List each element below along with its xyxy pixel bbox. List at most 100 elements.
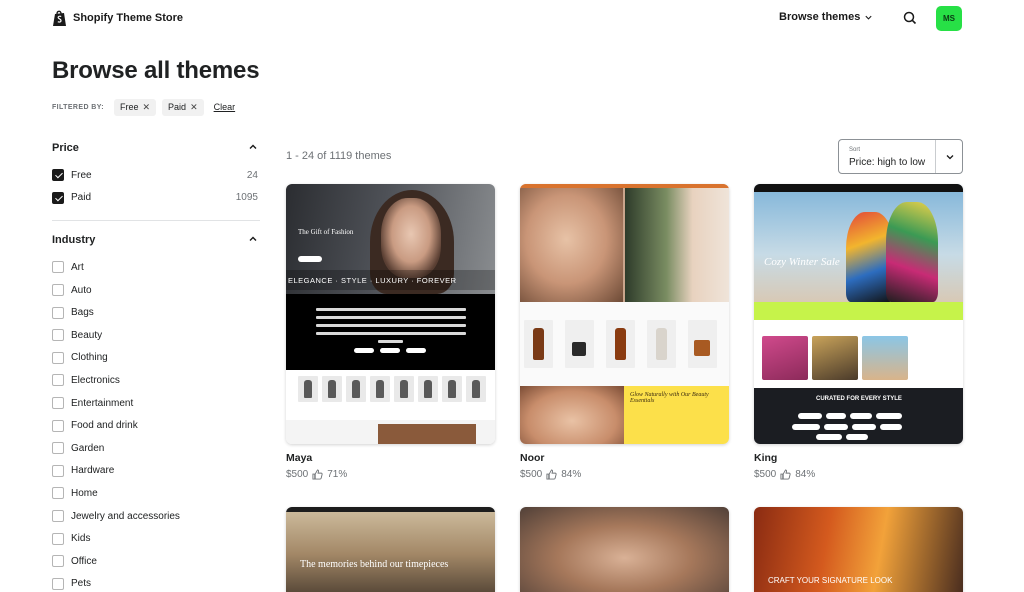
thumb-product-image [862, 336, 908, 380]
theme-card: The memories behind our timepieces [286, 507, 495, 592]
industry-options: Art Auto Bags Beauty Clothing Electronic… [52, 256, 260, 592]
store-logo[interactable]: Shopify Theme Store [52, 9, 183, 27]
price-option-free[interactable]: Free 24 [52, 164, 260, 187]
industry-option[interactable]: Hardware [52, 460, 260, 483]
theme-name[interactable]: Maya [286, 452, 495, 464]
industry-option[interactable]: Electronics [52, 369, 260, 392]
shopify-bag-icon [53, 10, 66, 26]
thumb-pill [850, 413, 872, 419]
checkbox[interactable] [52, 487, 64, 500]
industry-option[interactable]: Pets [52, 573, 260, 592]
industry-option[interactable]: Beauty [52, 324, 260, 347]
option-label: Clothing [71, 352, 108, 364]
checkbox[interactable] [52, 169, 64, 182]
theme-thumbnail[interactable]: Cozy Winter Sale CURATED FOR EVERY STYLE [754, 184, 963, 444]
active-filters: FILTERED BY: Free ✕ Paid ✕ Clear [52, 98, 235, 116]
filter-sidebar: Price Free 24 Paid 1095 Industry Art Aut… [52, 138, 260, 592]
thumb-product [466, 376, 486, 402]
sort-value: Price: high to low [849, 157, 926, 168]
filter-chip-paid[interactable]: Paid ✕ [162, 98, 204, 116]
facet-title: Price [52, 142, 79, 154]
thumb-pill [826, 413, 846, 419]
industry-facet-header[interactable]: Industry [52, 230, 260, 250]
search-icon[interactable] [902, 10, 918, 26]
brand-name: Shopify Theme Store [73, 12, 184, 24]
price-facet-header[interactable]: Price [52, 138, 260, 158]
thumb-pill [816, 434, 842, 440]
thumb-model-face [381, 198, 441, 278]
option-label: Food and drink [71, 420, 138, 432]
thumb-bottle [615, 328, 626, 360]
thumb-pill [824, 424, 848, 430]
chevron-up-icon [249, 236, 257, 242]
option-label: Hardware [71, 465, 115, 477]
theme-thumbnail[interactable] [520, 507, 729, 592]
thumb-product [370, 376, 390, 402]
checkbox[interactable] [52, 532, 64, 545]
clear-filters-link[interactable]: Clear [214, 102, 236, 112]
checkbox[interactable] [52, 442, 64, 455]
option-label: Jewelry and accessories [71, 510, 180, 522]
thumbs-up-icon [546, 469, 557, 480]
checkbox[interactable] [52, 397, 64, 410]
thumbs-up-icon [312, 469, 323, 480]
checkbox[interactable] [52, 191, 64, 204]
industry-option[interactable]: Office [52, 550, 260, 573]
industry-option[interactable]: Auto [52, 279, 260, 302]
theme-meta: $500 71% [286, 469, 495, 480]
thumb-product-image [762, 336, 808, 380]
browse-themes-label: Browse themes [779, 11, 861, 23]
theme-name[interactable]: King [754, 452, 963, 464]
theme-thumbnail[interactable]: The memories behind our timepieces [286, 507, 495, 592]
thumb-product [418, 376, 438, 402]
filtered-by-label: FILTERED BY: [52, 103, 104, 111]
browse-themes-menu[interactable]: Browse themes [779, 11, 873, 23]
checkbox[interactable] [52, 555, 64, 568]
thumb-product [322, 376, 342, 402]
page-title: Browse all themes [52, 57, 260, 84]
thumb-product [606, 320, 635, 368]
thumb-product [647, 320, 676, 368]
thumb-pill [354, 348, 374, 353]
checkbox[interactable] [52, 510, 64, 523]
industry-option[interactable]: Clothing [52, 347, 260, 370]
industry-option[interactable]: Jewelry and accessories [52, 505, 260, 528]
option-label: Home [71, 487, 98, 499]
checkbox[interactable] [52, 351, 64, 364]
thumb-model [886, 202, 938, 302]
thumb-pill [880, 424, 902, 430]
industry-option[interactable]: Art [52, 256, 260, 279]
checkbox[interactable] [52, 419, 64, 432]
thumb-jar [572, 342, 586, 356]
industry-option[interactable]: Home [52, 482, 260, 505]
checkbox[interactable] [52, 577, 64, 590]
theme-price: $500 [520, 469, 543, 480]
industry-option[interactable]: Bags [52, 301, 260, 324]
industry-option[interactable]: Garden [52, 437, 260, 460]
industry-option[interactable]: Entertainment [52, 392, 260, 415]
user-avatar[interactable]: MS [936, 6, 962, 31]
theme-thumbnail[interactable]: CRAFT YOUR SIGNATURE LOOK [754, 507, 963, 592]
option-label: Art [71, 261, 84, 273]
close-icon: ✕ [142, 101, 151, 112]
industry-option[interactable]: Food and drink [52, 414, 260, 437]
sort-select[interactable]: Sort Price: high to low [838, 139, 963, 174]
thumb-button [298, 256, 322, 262]
checkbox[interactable] [52, 464, 64, 477]
checkbox[interactable] [52, 329, 64, 342]
thumb-promo-bar [754, 302, 963, 320]
theme-thumbnail[interactable]: The Gift of Fashion ELEGANCE · STYLE · L… [286, 184, 495, 444]
checkbox[interactable] [52, 284, 64, 297]
option-label: Kids [71, 533, 91, 545]
option-count: 1095 [235, 192, 258, 204]
option-label: Auto [71, 284, 92, 296]
checkbox[interactable] [52, 374, 64, 387]
price-option-paid[interactable]: Paid 1095 [52, 187, 260, 210]
industry-option[interactable]: Kids [52, 527, 260, 550]
checkbox[interactable] [52, 261, 64, 274]
theme-name[interactable]: Noor [520, 452, 729, 464]
checkbox[interactable] [52, 306, 64, 319]
filter-chip-free[interactable]: Free ✕ [113, 98, 157, 116]
theme-thumbnail[interactable]: Glow Naturally with Our Beauty Essential… [520, 184, 729, 444]
thumb-pill [798, 413, 822, 419]
